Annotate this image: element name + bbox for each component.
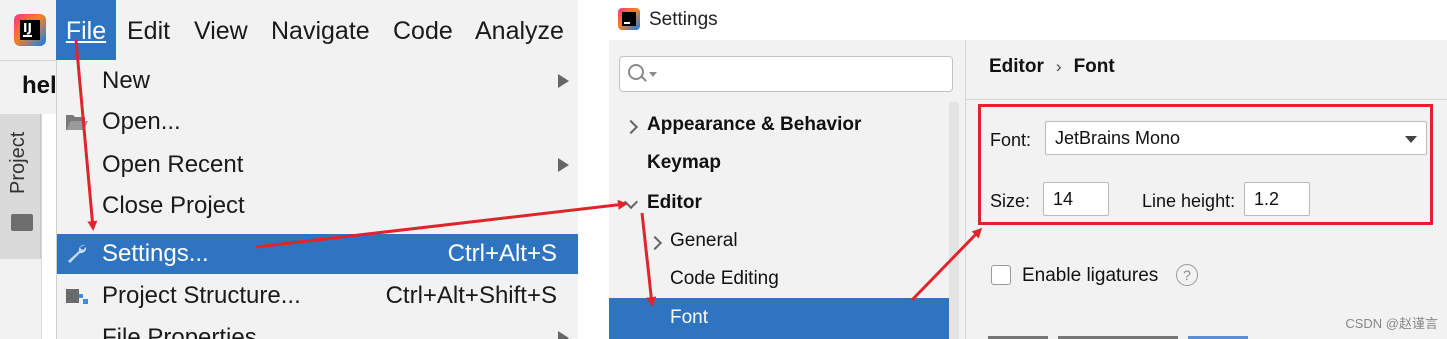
search-input[interactable] (660, 61, 944, 87)
font-family-value: JetBrains Mono (1055, 128, 1181, 148)
menu-item-file-properties[interactable]: File Properties (57, 318, 578, 339)
shortcut-label: Ctrl+Alt+S (447, 240, 557, 267)
menu-item-open[interactable]: Open... (57, 102, 578, 142)
folder-icon (11, 214, 33, 231)
menu-item-label: New (102, 67, 151, 94)
menu-edit[interactable]: Edit (127, 0, 170, 60)
tree-scrollbar[interactable] (949, 102, 959, 339)
menu-bar: IJ File Edit View Navigate Code Analyze (0, 0, 578, 61)
intellij-logo-icon (618, 8, 640, 30)
menu-item-settings[interactable]: Settings... Ctrl+Alt+S (57, 234, 578, 274)
project-tool-label: Project (7, 131, 29, 194)
font-family-select[interactable]: JetBrains Mono (1045, 121, 1427, 155)
submenu-arrow-icon (558, 331, 569, 339)
menu-item-close-project[interactable]: Close Project (57, 186, 578, 226)
chevron-right-icon[interactable] (647, 235, 663, 251)
search-options-caret-icon[interactable] (649, 72, 657, 77)
settings-tree-pane: Appearance & Behavior Keymap Editor Gene… (609, 40, 966, 339)
line-height-label: Line height: (1142, 191, 1236, 211)
menu-file[interactable]: File (56, 0, 116, 60)
enable-ligatures-label[interactable]: Enable ligatures (1022, 265, 1158, 287)
tree-item-font[interactable]: Font (609, 298, 949, 339)
watermark: CSDN @赵谨言 (1345, 316, 1438, 331)
size-label: Size: (990, 191, 1031, 211)
menu-navigate[interactable]: Navigate (271, 0, 370, 60)
menu-item-label: Close Project (102, 192, 245, 219)
ide-window: IJ File Edit View Navigate Code Analyze … (0, 0, 578, 339)
breadcrumb-separator-icon: › (1055, 57, 1062, 76)
editor-area (41, 114, 56, 339)
submenu-arrow-icon (558, 74, 569, 88)
line-height-value: 1.2 (1254, 189, 1280, 209)
font-label: Font: (990, 130, 1032, 150)
menu-item-label: File Properties (102, 324, 257, 339)
shortcut-label: Ctrl+Alt+Shift+S (385, 282, 557, 309)
menu-item-label: Project Structure... (102, 282, 301, 309)
menu-item-label: Settings... (102, 240, 209, 267)
menu-item-open-recent[interactable]: Open Recent (57, 145, 578, 185)
enable-ligatures-checkbox[interactable] (991, 265, 1011, 285)
tree-item-label: Code Editing (670, 268, 779, 289)
project-tool-window-button[interactable]: Project (0, 114, 41, 259)
search-icon (628, 64, 644, 80)
tree-item-label: Editor (647, 192, 702, 213)
breadcrumb-item[interactable]: Editor (989, 56, 1044, 77)
menu-analyze[interactable]: Analyze (475, 0, 564, 60)
chevron-right-icon[interactable] (623, 119, 639, 135)
submenu-arrow-icon (558, 158, 569, 172)
wrench-icon (68, 244, 87, 263)
project-name: hel (22, 72, 57, 99)
dropdown-arrow-icon (1405, 136, 1417, 143)
cut-off-text (988, 328, 1308, 339)
intellij-logo-icon: IJ (14, 14, 46, 46)
folder-open-icon (66, 115, 88, 130)
menu-item-new[interactable]: New (57, 61, 578, 101)
tree-item-label: Keymap (647, 152, 721, 173)
menu-item-project-structure[interactable]: Project Structure... Ctrl+Alt+Shift+S (57, 276, 578, 316)
tree-item-keymap[interactable]: Keymap (647, 152, 721, 188)
menu-view[interactable]: View (194, 0, 248, 60)
settings-dialog: Settings Appearance & Behavior Keymap Ed… (609, 0, 1447, 339)
file-menu-dropdown: New Open... Open Recent Close Project Se… (56, 60, 578, 339)
menu-item-label: Open... (102, 108, 181, 135)
breadcrumb: Editor › Font (989, 56, 1115, 78)
chevron-down-icon[interactable] (623, 194, 639, 210)
highlight-box: Font: JetBrains Mono Size: 14 Line heigh… (978, 104, 1433, 225)
breadcrumb-item: Font (1073, 56, 1115, 77)
help-icon[interactable]: ? (1176, 264, 1198, 286)
settings-content-pane: Editor › Font Font: JetBrains Mono Size: 1… (966, 40, 1447, 339)
font-size-field[interactable]: 14 (1043, 182, 1109, 216)
dialog-title: Settings (649, 9, 718, 30)
tool-stripe (0, 260, 40, 339)
divider (966, 99, 1447, 100)
tree-item-label: Font (670, 307, 709, 328)
font-size-value: 14 (1053, 189, 1074, 209)
settings-search-box[interactable] (619, 56, 953, 92)
project-structure-icon (66, 289, 88, 304)
menu-code[interactable]: Code (393, 0, 453, 60)
tree-item-label: General (670, 230, 738, 251)
dialog-title-bar: Settings (609, 0, 1447, 40)
tree-item-label: Appearance & Behavior (647, 114, 862, 135)
line-height-field[interactable]: 1.2 (1244, 182, 1310, 216)
menu-item-label: Open Recent (102, 151, 244, 178)
